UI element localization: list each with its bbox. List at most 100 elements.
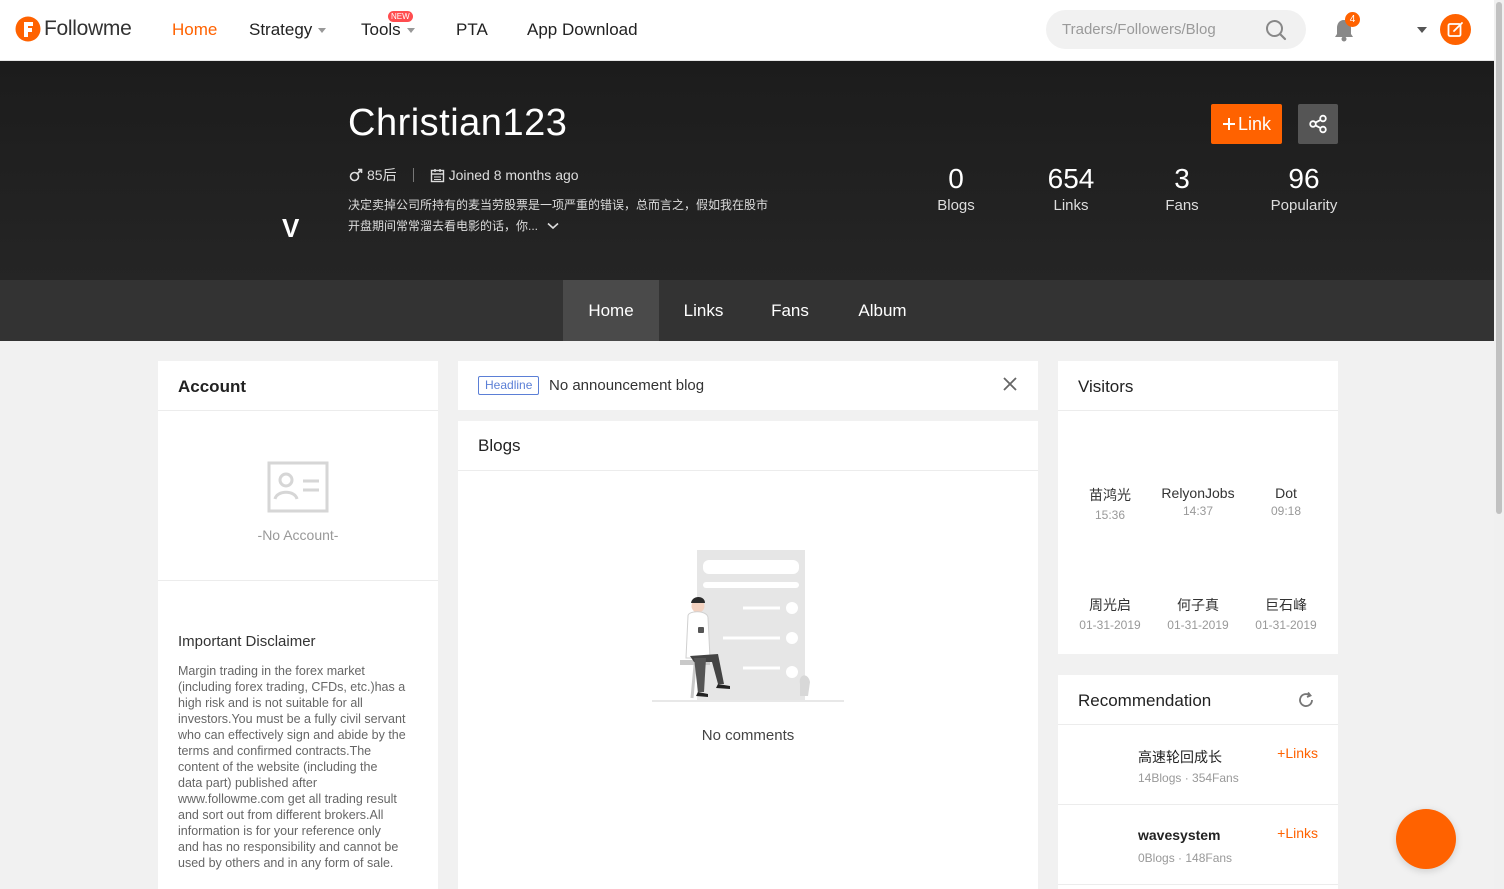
stat-label: Popularity (1270, 197, 1338, 214)
divider (158, 580, 438, 581)
notification-count-badge: 4 (1345, 12, 1360, 27)
add-link-label: Links (1285, 825, 1318, 841)
disclaimer-text: Margin trading in the forex market (incl… (178, 663, 423, 871)
recommendation-stats: 14Blogs · 354Fans (1138, 771, 1239, 785)
account-panel: Account -No Account- Important Disclaime… (158, 361, 438, 889)
tab-links[interactable]: Links (670, 280, 737, 341)
visitor-name: 何子真 (1177, 597, 1219, 613)
add-link-button[interactable]: +Links (1277, 825, 1318, 841)
top-navbar: Followme Home Strategy Tools NEW PTA App… (0, 0, 1494, 61)
profile-tabs: Home Links Fans Album (0, 280, 1494, 341)
visitor-item[interactable]: RelyonJobs 14:37 (1154, 485, 1242, 518)
divider (458, 470, 1038, 471)
bio-line: 决定卖掉公司所持有的麦当劳股票是一项严重的错误，总而言之，假如我在股市 (348, 198, 769, 212)
visitor-item[interactable]: 巨石峰 01-31-2019 (1242, 595, 1330, 632)
visitor-time: 01-31-2019 (1079, 618, 1141, 632)
stat-value: 3 (1174, 163, 1190, 194)
scrollbar-thumb[interactable] (1496, 2, 1502, 514)
calendar-icon (430, 168, 444, 182)
disclaimer-line: and has no responsibility and cannot be (178, 840, 399, 854)
recommendation-name: 高速轮回成长 (1138, 749, 1222, 765)
visitor-name: 苗鸿光 (1089, 487, 1131, 503)
search-input[interactable] (1062, 10, 1262, 49)
link-button[interactable]: Link (1211, 104, 1282, 144)
account-title: Account (178, 377, 246, 396)
page-scrollbar[interactable] (1494, 0, 1504, 889)
recommendation-name: wavesystem (1138, 827, 1221, 843)
visitor-name: RelyonJobs (1161, 485, 1235, 501)
tab-fans[interactable]: Fans (759, 280, 821, 341)
recommendation-title: Recommendation (1078, 691, 1212, 710)
divider (1058, 884, 1338, 885)
tab-home[interactable]: Home (563, 280, 659, 341)
bio-line: 开盘期间常常溜去看电影的话，你... (348, 216, 778, 237)
disclaimer-line: used by others and in any form of sale. (178, 856, 394, 870)
visitor-name: 巨石峰 (1265, 597, 1307, 613)
disclaimer-line: Margin trading in the forex market (178, 664, 365, 678)
nav-app-download[interactable]: App Download (527, 20, 638, 40)
blogs-panel: Blogs No comments (458, 421, 1038, 889)
avatar[interactable]: V (282, 213, 299, 244)
disclaimer-line: www.followme.com get all trading result (178, 792, 397, 806)
nav-home[interactable]: Home (172, 20, 217, 40)
visitor-item[interactable]: Dot 09:18 (1242, 485, 1330, 518)
write-post-button[interactable] (1440, 14, 1471, 45)
recommendation-panel: Recommendation 高速轮回成长 14Blogs · 354Fans … (1058, 675, 1338, 889)
chevron-down-icon (318, 28, 327, 34)
tab-album[interactable]: Album (846, 280, 919, 341)
no-comments-text: No comments (701, 727, 795, 744)
add-link-button[interactable]: +Links (1277, 745, 1318, 761)
nav-strategy[interactable]: Strategy (249, 20, 327, 40)
age-tag: 85后 (367, 167, 397, 183)
stat-links[interactable]: 654 Links (1040, 162, 1102, 214)
expand-chevron-icon[interactable] (547, 222, 559, 230)
profile-meta: 85后 Joined 8 months ago (349, 165, 579, 185)
headline-text: No announcement blog (549, 377, 705, 394)
disclaimer-line: information is for your reference only (178, 824, 381, 838)
male-icon (349, 168, 363, 182)
close-icon[interactable] (1002, 376, 1018, 392)
profile-username: Christian123 (348, 102, 568, 144)
brand-name: Followme (44, 17, 132, 40)
disclaimer-line: high risk and is not suitable for all (178, 696, 363, 710)
visitor-time: 09:18 (1270, 504, 1302, 518)
share-icon (1309, 114, 1327, 134)
edit-icon (1447, 22, 1463, 37)
user-menu-chevron-icon[interactable] (1417, 27, 1427, 33)
meta-divider (412, 168, 414, 182)
stat-popularity: 96 Popularity (1266, 162, 1342, 214)
share-button[interactable] (1298, 104, 1338, 144)
plus-icon (1222, 118, 1235, 130)
nav-tools[interactable]: Tools (361, 20, 415, 40)
nav-pta[interactable]: PTA (456, 20, 488, 40)
new-badge: NEW (388, 11, 413, 22)
stat-value: 96 (1288, 163, 1320, 194)
stat-blogs[interactable]: 0 Blogs (930, 162, 982, 214)
brand-logo[interactable]: Followme (15, 14, 132, 44)
disclaimer-line: investors.You must be a fully civil serv… (178, 712, 406, 726)
recommendation-item[interactable]: wavesystem 0Blogs · 148Fans +Links (1058, 805, 1338, 885)
headline-tag: Headline (478, 376, 540, 395)
recommendation-stats: 0Blogs · 148Fans (1138, 851, 1233, 865)
refresh-icon[interactable] (1296, 690, 1316, 710)
visitor-item[interactable]: 何子真 01-31-2019 (1154, 595, 1242, 632)
nav-tools-label: Tools (361, 20, 401, 39)
visitor-name: 周光启 (1089, 597, 1131, 613)
disclaimer-line: terms and confirmed contracts.The (178, 744, 372, 758)
disclaimer-line: content of the website (including the (178, 760, 378, 774)
visitors-title: Visitors (1078, 377, 1134, 396)
floating-action-button[interactable] (1396, 809, 1456, 869)
visitor-time: 01-31-2019 (1255, 618, 1317, 632)
joined-date: Joined 8 months ago (448, 167, 579, 183)
recommendation-item[interactable]: 高速轮回成长 14Blogs · 354Fans +Links (1058, 725, 1338, 805)
search-icon[interactable] (1265, 19, 1287, 41)
stat-fans[interactable]: 3 Fans (1160, 162, 1204, 214)
visitors-panel: Visitors 苗鸿光 15:36 RelyonJobs 14:37 Dot … (1058, 361, 1338, 654)
visitor-time: 14:37 (1182, 504, 1214, 518)
stat-value: 654 (1047, 163, 1095, 194)
visitor-item[interactable]: 苗鸿光 15:36 (1066, 485, 1154, 522)
stat-label: Links (1053, 197, 1089, 214)
divider (158, 410, 438, 411)
disclaimer-line: who can effectively sign and abide by th… (178, 728, 406, 742)
visitor-item[interactable]: 周光启 01-31-2019 (1066, 595, 1154, 632)
